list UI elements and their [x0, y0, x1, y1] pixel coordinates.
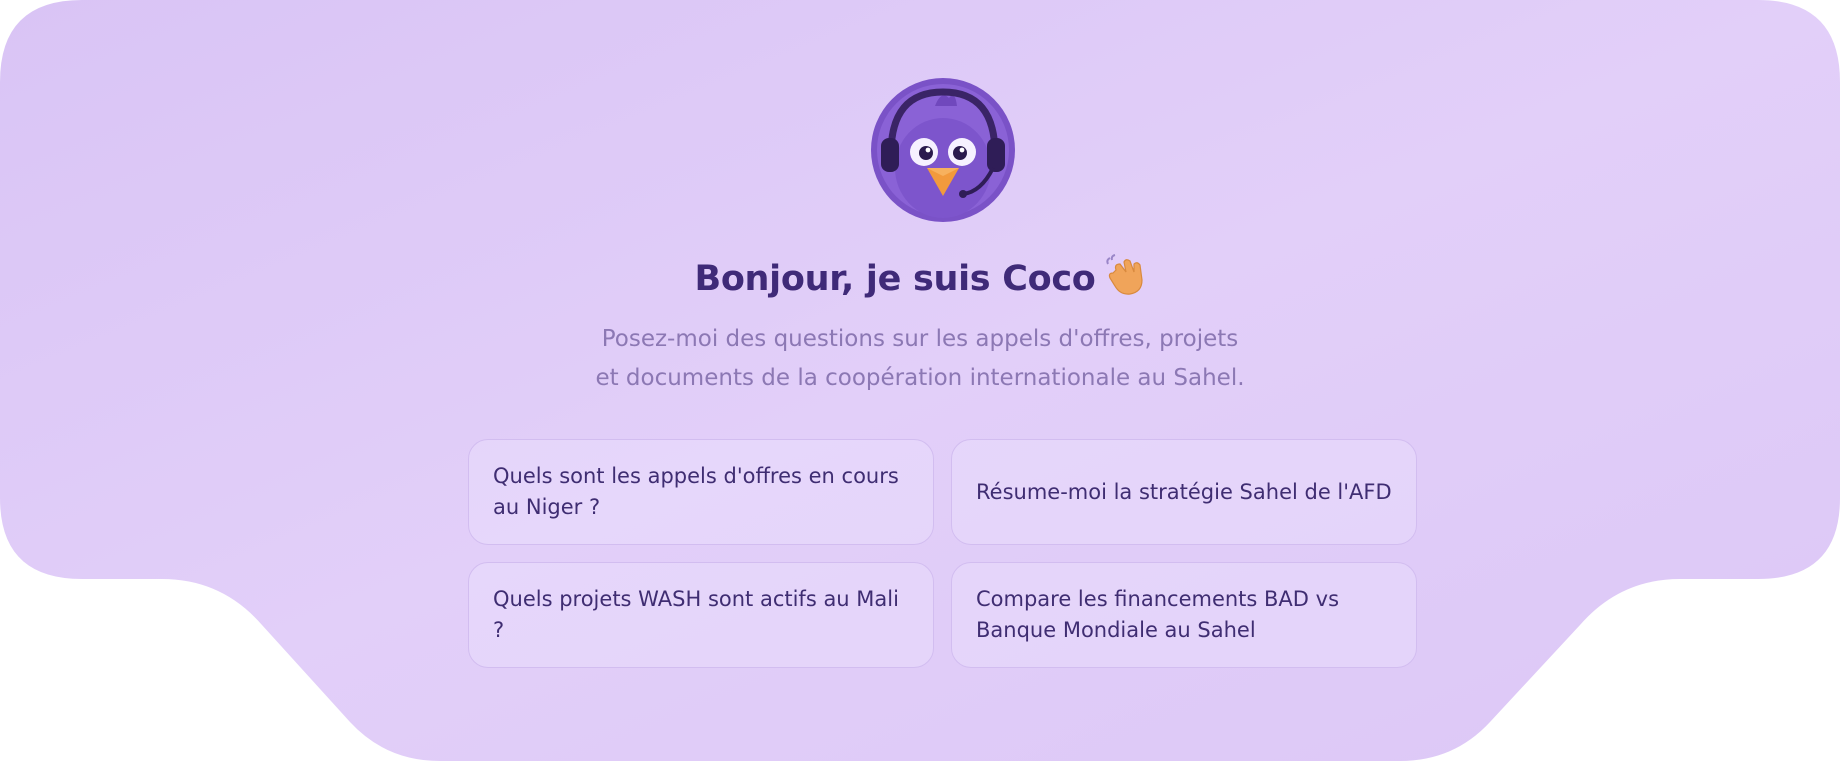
suggestion-label: Quels projets WASH sont actifs au Mali ?	[493, 587, 899, 642]
description-line-1: Posez-moi des questions sur les appels d…	[601, 326, 1239, 352]
suggestion-label: Quels sont les appels d'offres en cours …	[493, 464, 899, 519]
assistant-description: Posez-moi des questions sur les appels d…	[0, 320, 1840, 398]
suggestion-card-bad-vs-wb[interactable]: Compare les financements BAD vs Banque M…	[951, 562, 1417, 668]
suggestion-card-mali-wash[interactable]: Quels projets WASH sont actifs au Mali ?	[468, 562, 934, 668]
description-line-2: et documents de la coopération internati…	[595, 365, 1245, 391]
suggestion-card-niger-tenders[interactable]: Quels sont les appels d'offres en cours …	[468, 439, 934, 545]
greeting-title: Bonjour, je suis Coco	[0, 254, 1840, 299]
suggestion-label: Résume-moi la stratégie Sahel de l'AFD	[976, 479, 1392, 504]
suggestion-label: Compare les financements BAD vs Banque M…	[976, 587, 1340, 642]
greeting-text: Bonjour, je suis Coco	[694, 259, 1096, 299]
coco-avatar	[871, 78, 1015, 222]
suggestion-card-afd-strategy[interactable]: Résume-moi la stratégie Sahel de l'AFD	[951, 439, 1417, 545]
waving-hand-icon	[1105, 254, 1143, 295]
welcome-panel: Bonjour, je suis Coco Posez-moi des ques…	[0, 0, 1840, 761]
